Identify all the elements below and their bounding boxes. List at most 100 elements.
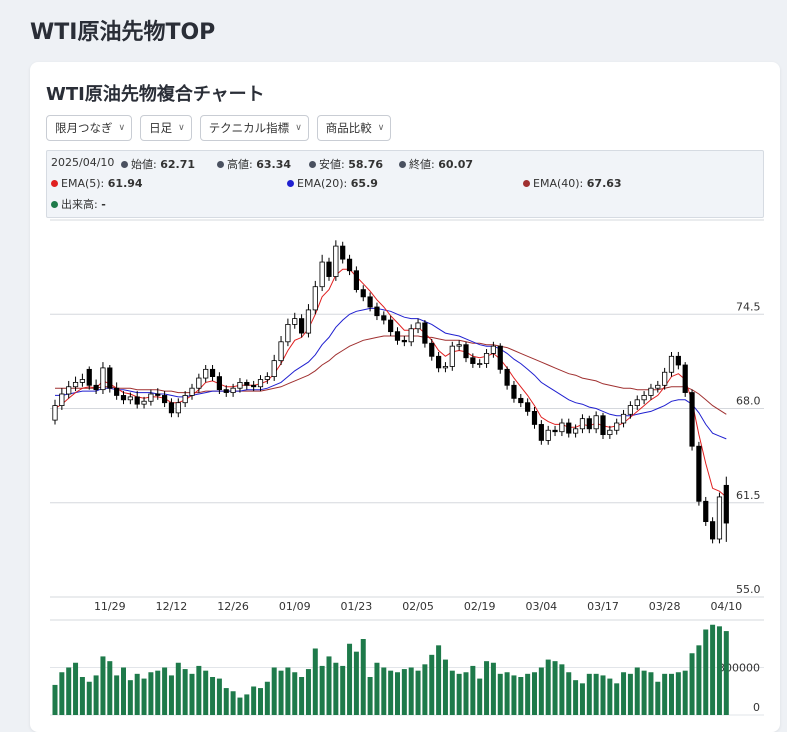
price-tick-label: 55.0 (736, 583, 761, 596)
candle-body (607, 429, 613, 435)
volume-bar (196, 665, 202, 715)
candle-body (682, 364, 688, 393)
candle-body (381, 315, 387, 321)
volume-bar (573, 680, 579, 715)
volume-bar (593, 673, 599, 715)
candle-body (710, 521, 716, 540)
volume-bar (716, 626, 722, 715)
candle-body (614, 422, 620, 431)
candle-body (662, 371, 668, 386)
volume-bar (422, 664, 428, 715)
volume-bar (579, 683, 585, 715)
volume-bar (258, 688, 263, 715)
candle-body (100, 367, 106, 391)
candle-body (538, 424, 544, 441)
volume-bar (511, 675, 517, 715)
volume-bar (182, 669, 188, 715)
candle-body (278, 341, 284, 362)
candle-body (723, 484, 729, 524)
volume-bar (586, 673, 592, 715)
candle-body (525, 402, 531, 412)
volume-bar (223, 688, 229, 715)
candle-body (52, 405, 58, 421)
volume-bar (436, 645, 442, 715)
candle-body (209, 368, 216, 378)
candle-body (668, 355, 675, 373)
volume-bar (675, 672, 681, 715)
candle-body (463, 344, 469, 359)
candle-body (477, 363, 483, 365)
candle-body (333, 245, 339, 277)
volume-bar (134, 673, 140, 715)
candle-body (72, 381, 79, 388)
candle-body (483, 352, 490, 364)
candle-body (244, 381, 250, 386)
candle-body (141, 400, 147, 405)
candle-body (552, 429, 558, 433)
candle-body (134, 396, 140, 405)
volume-bar (532, 672, 537, 715)
volume-bar (271, 667, 277, 715)
candle-body (216, 376, 222, 391)
volume-bar (449, 670, 455, 715)
candle-body (237, 381, 243, 389)
volume-bar (114, 675, 120, 715)
candle-body (161, 395, 168, 404)
volume-bar (86, 681, 92, 715)
volume-bar (162, 667, 168, 715)
candle-body (93, 384, 99, 391)
volume-bar (559, 664, 565, 715)
candle-body (155, 393, 161, 396)
volume-bar (79, 677, 85, 715)
candle-body (257, 379, 264, 388)
candle-body (264, 376, 270, 380)
volume-bar (525, 673, 531, 715)
candle-body (305, 309, 312, 334)
volume-bar (237, 697, 243, 715)
candle-body (189, 387, 195, 396)
volume-bar (442, 659, 448, 715)
volume-bar (415, 670, 421, 715)
volume-bar (340, 665, 346, 715)
candle-body (559, 422, 565, 433)
volume-bar (59, 672, 65, 715)
volume-bar (73, 662, 79, 715)
volume-bar (333, 662, 339, 715)
candle-body (490, 345, 497, 354)
candle-body (86, 368, 92, 386)
volume-bar (395, 672, 400, 715)
volume-bar (689, 653, 695, 715)
candle-body (298, 318, 305, 334)
volume-bar (251, 686, 257, 715)
candle-body (573, 428, 579, 434)
volume-bar (244, 694, 250, 715)
candle-body (353, 270, 360, 291)
candle-body (312, 286, 318, 311)
price-tick-label: 61.5 (736, 489, 761, 502)
volume-bar (203, 670, 209, 715)
ema40-line (55, 335, 727, 415)
volume-bar (607, 678, 613, 715)
candle-body (627, 405, 634, 415)
volume-bar (655, 681, 661, 715)
candle-body (689, 392, 695, 447)
x-tick-label: 12/26 (217, 600, 249, 613)
candle-body (600, 415, 606, 436)
volume-bar (326, 656, 332, 715)
volume-bar (662, 673, 668, 715)
candle-body (203, 368, 209, 379)
candle-body (566, 422, 572, 434)
candle-body (168, 402, 175, 414)
volume-bar (703, 629, 709, 715)
candle-body (223, 389, 229, 393)
candle-body (326, 261, 332, 277)
candle-body (182, 395, 188, 404)
candle-body (107, 367, 113, 389)
candle-body (620, 413, 627, 424)
candlestick-chart[interactable]: 55.0 61.5 68.0 74.5 11/29 12/12 12/26 01/09 01/2… (0, 0, 787, 723)
volume-bar (360, 639, 366, 715)
candle-body (655, 384, 661, 389)
volume-bar (285, 667, 291, 715)
candle-body (114, 387, 120, 396)
volume-bar (470, 665, 476, 715)
